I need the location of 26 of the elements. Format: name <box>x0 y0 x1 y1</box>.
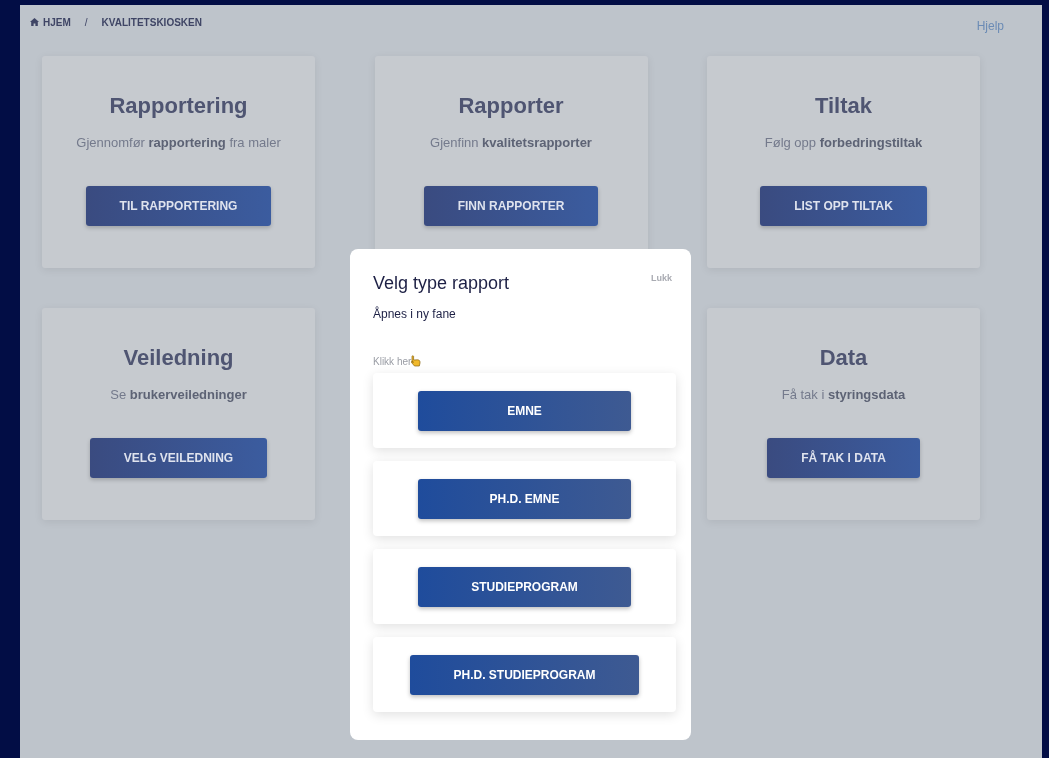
card-description: Gjenfinn kvalitetsrapporter <box>430 135 592 150</box>
home-icon <box>30 18 39 26</box>
report-type-button[interactable]: PH.D. EMNE <box>418 478 631 519</box>
card-button[interactable]: LIST OPP TILTAK <box>760 186 927 226</box>
card-button[interactable]: FÅ TAK I DATA <box>767 438 920 478</box>
card-title: Rapporter <box>458 93 564 119</box>
report-type-button[interactable]: EMNE <box>418 390 631 431</box>
breadcrumb-separator: / <box>84 16 88 28</box>
modal-subtitle: Åpnes i ny fane <box>373 307 457 321</box>
card-title: Veiledning <box>123 345 234 371</box>
card-description: Følg opp forbedringstiltak <box>764 135 923 150</box>
card-button[interactable]: FINN RAPPORTER <box>423 186 599 226</box>
modal-title: Velg type rapport <box>373 273 510 294</box>
report-type-button[interactable]: STUDIEPROGRAM <box>418 566 631 607</box>
card-title: Tiltak <box>814 93 873 119</box>
breadcrumb-link[interactable]: HJEM <box>30 16 71 28</box>
card-title: Rapportering <box>109 93 248 119</box>
breadcrumb-link[interactable]: KVALITETSKIOSKEN <box>101 16 202 28</box>
hint-text: Klikk her <box>373 356 412 367</box>
report-type-button[interactable]: PH.D. STUDIEPROGRAM <box>410 654 639 695</box>
card-description: Gjennomfør rapportering fra maler <box>76 135 281 150</box>
card-button[interactable]: TIL RAPPORTERING <box>85 186 272 226</box>
card-description: Se brukerveiledninger <box>110 387 247 402</box>
card-title: Data <box>819 345 868 371</box>
card-button[interactable]: VELG VEILEDNING <box>89 438 268 478</box>
pointing-hand-icon <box>411 355 422 367</box>
